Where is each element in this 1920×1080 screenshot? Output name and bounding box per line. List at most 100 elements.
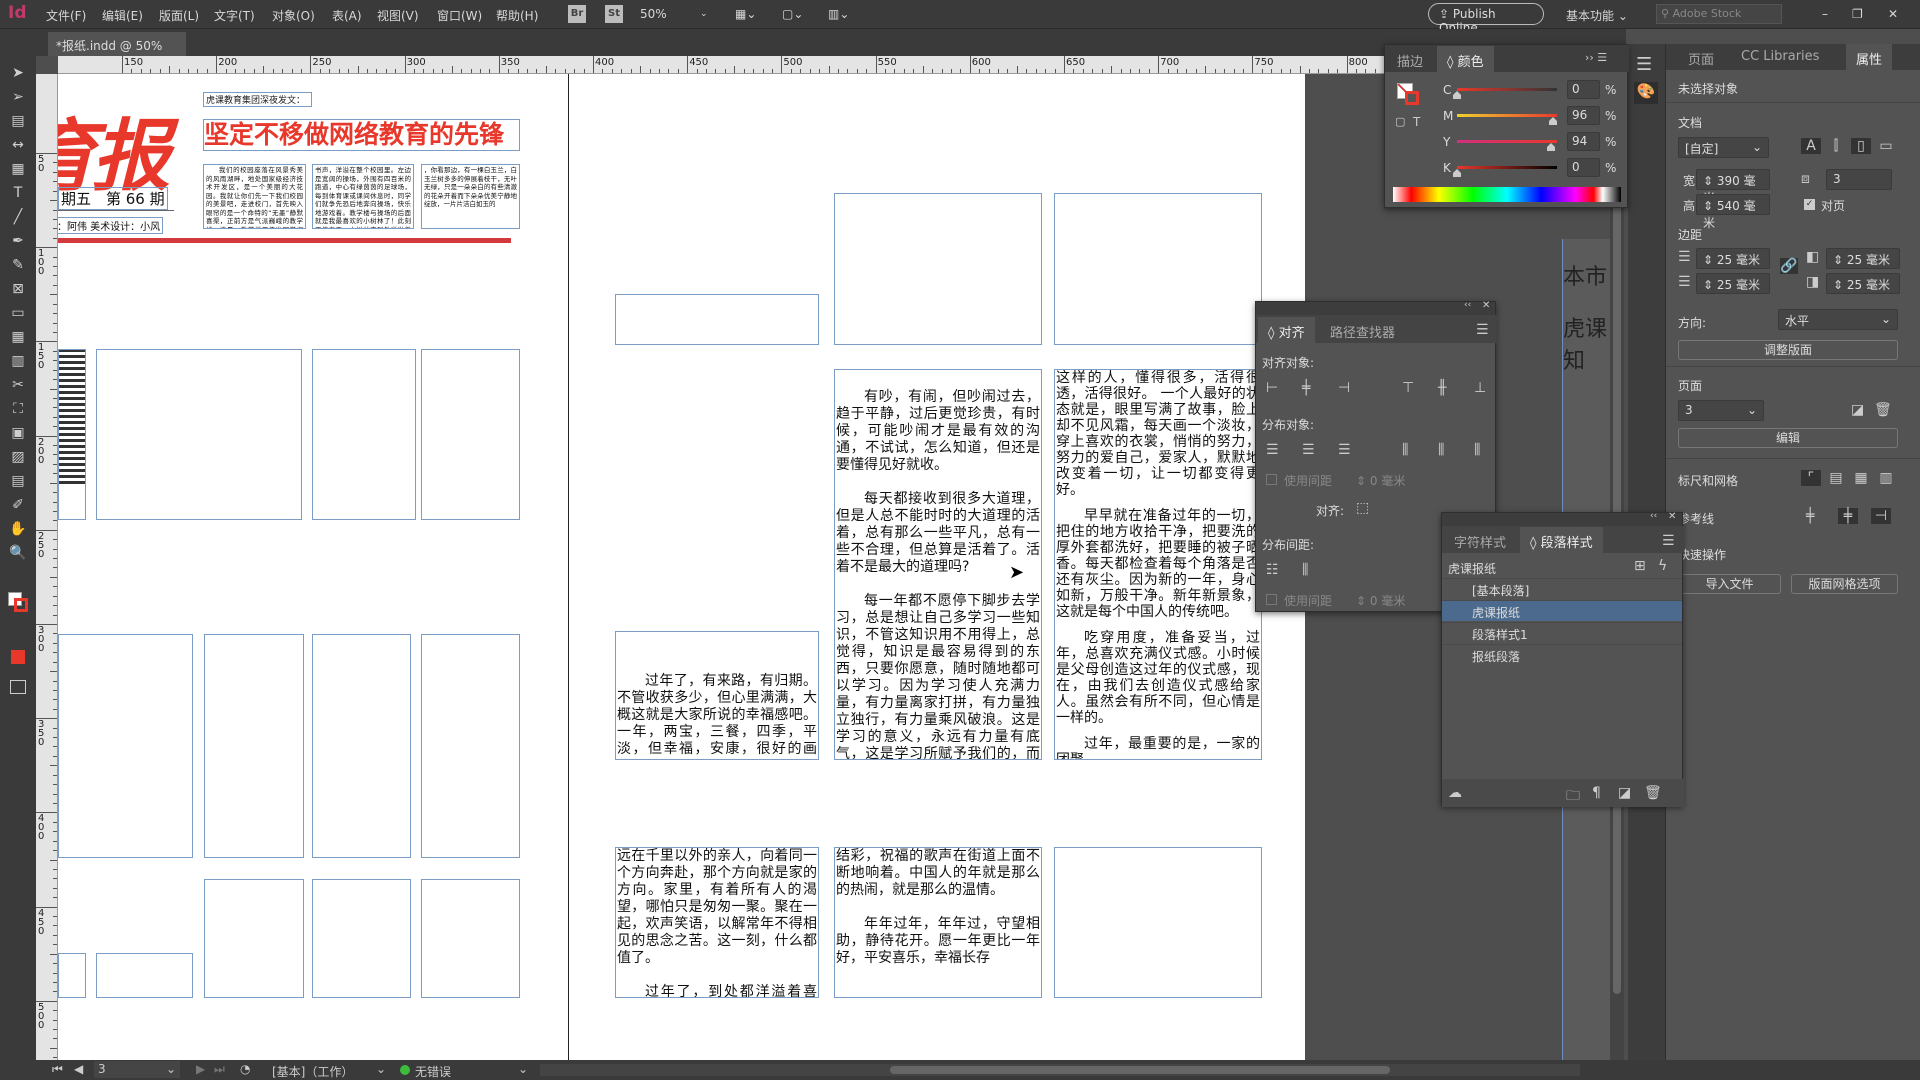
stepper-icon[interactable]: ⇕	[1703, 199, 1717, 213]
color-spectrum[interactable]	[1393, 187, 1621, 202]
adobe-stock-search[interactable]: ⚲ Adobe Stock	[1656, 4, 1782, 24]
article-column-3[interactable]: ，你看那边，有一棵白玉兰，白玉兰树多多的伸展着枝干，无叶无绿，只是一朵朵白的有些…	[421, 164, 520, 229]
empty-frame[interactable]	[1054, 193, 1262, 345]
zoom-level[interactable]: 50%	[640, 7, 667, 21]
ruler-icon[interactable]: ⌜	[1801, 470, 1821, 486]
channel-value-M[interactable]: 96	[1567, 106, 1600, 125]
tab-color[interactable]: ◊ 颜色	[1437, 46, 1494, 75]
scrollbar-thumb[interactable]	[890, 1066, 1390, 1074]
lock-guides-icon[interactable]: ╪	[1838, 508, 1858, 524]
align-top-icon[interactable]: ⊤	[1402, 380, 1414, 396]
pen-tool-icon[interactable]: ✒	[6, 230, 30, 252]
fill-stroke-swatch[interactable]	[8, 592, 28, 612]
text-frame-f[interactable]: 这样的人，懂得很多，活得很透，活得很好。 一个人最好的状态就是，眼里写满了故事，…	[1054, 369, 1262, 760]
spacing-field[interactable]: ⇕ 0 毫米	[1356, 472, 1405, 489]
layout-grid-icon[interactable]: ▥	[1876, 470, 1896, 486]
empty-frame[interactable]	[312, 634, 411, 858]
gradient-feather-tool-icon[interactable]: ▨	[6, 446, 30, 468]
edit-page-button[interactable]: 编辑	[1678, 428, 1898, 448]
style-item[interactable]: 段落样式1	[1442, 622, 1682, 643]
arrange-documents-icon[interactable]: ▥⌄	[828, 7, 849, 21]
tab-character-styles[interactable]: 字符样式	[1444, 527, 1516, 556]
empty-frame[interactable]	[58, 953, 86, 998]
channel-slider-C[interactable]	[1457, 88, 1557, 91]
empty-frame[interactable]	[58, 349, 86, 520]
rectangle-frame-tool-icon[interactable]: ⊠	[6, 278, 30, 300]
tab-pathfinder[interactable]: 路径查找器	[1320, 317, 1405, 346]
delete-page-icon[interactable]: 🗑	[1874, 402, 1892, 418]
page-select[interactable]: 3 ⌄	[1678, 400, 1764, 421]
stroke-swatch[interactable]	[1405, 91, 1419, 105]
use-spacing-checkbox[interactable]	[1266, 474, 1277, 485]
adjust-layout-button[interactable]: 调整版面	[1678, 340, 1898, 360]
channel-slider-Y[interactable]	[1457, 140, 1557, 143]
minimize-button[interactable]: –	[1822, 7, 1828, 21]
channel-slider-M[interactable]	[1457, 114, 1557, 117]
style-item[interactable]: 报纸段落	[1442, 644, 1682, 665]
tab-stroke[interactable]: 描边	[1387, 46, 1433, 75]
new-style-icon[interactable]: ◪	[1618, 785, 1631, 801]
document-preset-select[interactable]: [自定] ⌄	[1678, 137, 1769, 158]
tab-cc-libraries[interactable]: CC Libraries	[1731, 44, 1829, 69]
delete-style-icon[interactable]: 🗑	[1644, 785, 1662, 801]
width-field[interactable]: ⇕ 390 毫米	[1696, 169, 1770, 205]
publish-online-button[interactable]: ⇪ Publish Online	[1428, 3, 1544, 35]
pencil-tool-icon[interactable]: ✎	[6, 254, 30, 276]
document-tab[interactable]: *报纸.indd @ 50% ×	[48, 32, 186, 68]
next-page-icon[interactable]: ▶	[196, 1062, 205, 1076]
chevron-down-icon[interactable]: ⌄	[518, 1062, 528, 1076]
view-options-icon[interactable]: ▦⌄	[735, 7, 756, 21]
vertical-ruler[interactable]: 50 100 150 200 250 300 350 400 450 500	[36, 74, 58, 1060]
collapse-icon[interactable]: ‹‹	[1650, 511, 1657, 521]
align-left-icon[interactable]: ⊢	[1266, 380, 1278, 396]
align-right-icon[interactable]: ⊣	[1338, 380, 1350, 396]
panel-menu-icon[interactable]: ☰	[1476, 322, 1489, 338]
portrait-icon[interactable]: ▯	[1851, 138, 1871, 154]
restore-button[interactable]: ❐	[1852, 7, 1863, 21]
text-frame-d[interactable]: 过年了，有来路，有归期。不管收获多少，但心里满满，大概这就是大家所说的幸福感吧。…	[615, 631, 819, 760]
stock-button[interactable]: St	[605, 5, 623, 23]
content-collector-tool-icon[interactable]: ▦	[6, 158, 30, 180]
note-tool-icon[interactable]: ▤	[6, 470, 30, 492]
import-file-button[interactable]: 导入文件	[1678, 574, 1781, 594]
menu-6[interactable]: 视图(V)	[377, 7, 419, 24]
show-guides-icon[interactable]: ╪	[1806, 508, 1814, 524]
menu-icon[interactable]: ☰	[1636, 54, 1652, 75]
formatting-container-icon[interactable]: ▢	[1395, 115, 1405, 128]
table-tool-icon[interactable]: ▦	[6, 326, 30, 348]
text-frame-h[interactable]: 结彩，祝福的歌声在街道上面不断地响着。中国人的年就是那么的热闹，就是那么的温情。…	[834, 847, 1042, 998]
orientation-select[interactable]: 水平 ⌄	[1778, 309, 1898, 330]
channel-value-C[interactable]: 0	[1567, 80, 1600, 99]
close-icon[interactable]: ✕	[1482, 300, 1490, 311]
empty-frame[interactable]	[96, 953, 193, 998]
free-transform-tool-icon[interactable]: ⛶	[6, 398, 30, 420]
channel-slider-K[interactable]	[1457, 166, 1557, 169]
slider-thumb[interactable]	[1453, 91, 1461, 99]
empty-frame[interactable]	[615, 294, 819, 345]
right-page[interactable]: 过年了，有来路，有归期。不管收获多少，但心里满满，大概这就是大家所说的幸福感吧。…	[569, 74, 1305, 1060]
apply-color-icon[interactable]	[11, 650, 25, 664]
panel-menu-icon[interactable]: ☰	[1662, 533, 1675, 549]
distribute-hspace-icon[interactable]: ⫼	[1302, 562, 1308, 578]
smart-guides-icon[interactable]: ⊣	[1871, 508, 1891, 524]
clear-overrides-icon[interactable]: ¶	[1592, 785, 1601, 801]
binding-icon[interactable]: ⫿	[1826, 138, 1846, 154]
menu-7[interactable]: 窗口(W)	[437, 7, 482, 24]
article-column-2[interactable]: 书声，洋溢在整个校园里。左边是宽阔的操场，外围有四百米的跑道，中心有绿茵茵的足球…	[312, 164, 414, 229]
empty-frame[interactable]	[58, 634, 193, 858]
align-vertical-center-icon[interactable]: ╫	[1438, 380, 1446, 396]
left-page[interactable]: 育报 期五 第 66 期 编：阿伟 美术设计：小风 虎课教育集团深夜发文： 坚定…	[58, 74, 568, 1060]
distribute-vspace-icon[interactable]: ☷	[1266, 562, 1279, 578]
distribute-hcenter-icon[interactable]: ⫼	[1438, 442, 1444, 458]
intent-print-icon[interactable]: A	[1801, 138, 1821, 154]
empty-frame[interactable]	[1054, 847, 1262, 998]
margin-inside-field[interactable]: ⇕ 25 毫米	[1826, 248, 1900, 269]
channel-value-K[interactable]: 0	[1567, 158, 1600, 177]
article-column-1[interactable]: 我们的校园座落在风景秀美的风雨湖畔，地处国家级经济技术开发区，是一个美丽的大花园…	[203, 164, 306, 229]
align-to-selection-icon[interactable]: ⬚	[1356, 500, 1369, 516]
text-frame-g[interactable]: 远在千里以外的亲人，向着同一个方向奔赴，那个方向就是家的方向。家里，有着所有人的…	[615, 847, 819, 998]
color-palette-icon[interactable]: 🎨	[1634, 82, 1658, 104]
rectangle-tool-icon[interactable]: ▭	[6, 302, 30, 324]
baseline-grid-icon[interactable]: ▤	[1826, 470, 1846, 486]
workspace-switcher[interactable]: 基本功能 ⌄	[1566, 7, 1628, 24]
